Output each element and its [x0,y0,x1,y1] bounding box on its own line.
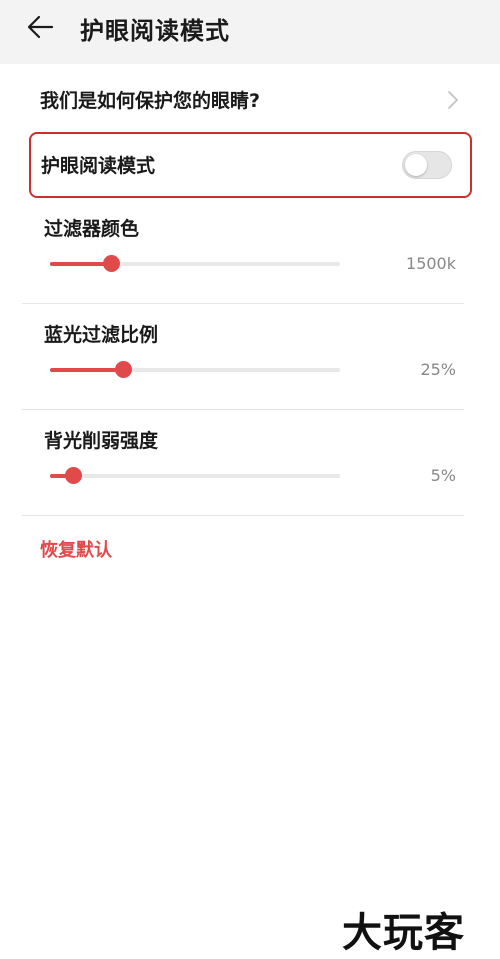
backlight-slider[interactable] [50,467,340,484]
filter-color-slider-thumb[interactable] [102,255,120,272]
switch-knob [405,154,427,176]
blue-light-value: 25% [420,360,456,379]
back-button[interactable] [22,10,62,44]
filter-color-slider-fill [50,262,111,266]
filter-color-section: 过滤器颜色 1500k [0,198,500,304]
reset-default-link[interactable]: 恢复默认 [40,536,112,562]
backlight-value: 5% [430,466,456,485]
divider [22,515,464,516]
filter-color-slider[interactable] [50,255,340,272]
blue-light-label: 蓝光过滤比例 [44,324,159,346]
eye-mode-toggle-row: 护眼阅读模式 [29,132,472,198]
eye-protection-info-label: 我们是如何保护您的眼睛? [40,90,261,112]
filter-color-label: 过滤器颜色 [44,218,140,240]
header-bar: 护眼阅读模式 [0,0,500,64]
page-title: 护眼阅读模式 [80,17,230,45]
eye-mode-toggle-label: 护眼阅读模式 [41,155,156,177]
blue-light-slider-thumb[interactable] [114,361,132,378]
watermark-text: 大玩客 [342,910,465,956]
blue-light-section: 蓝光过滤比例 25% [0,304,500,410]
blue-light-slider-fill [50,368,123,372]
arrow-left-icon [27,15,54,39]
eye-mode-switch[interactable] [402,151,452,179]
backlight-label: 背光削弱强度 [44,430,159,452]
eye-protection-info-link[interactable]: 我们是如何保护您的眼睛? [0,74,500,124]
backlight-slider-thumb[interactable] [65,467,83,484]
filter-color-value: 1500k [406,254,456,273]
backlight-section: 背光削弱强度 5% [0,410,500,516]
chevron-right-icon [448,91,458,109]
blue-light-slider[interactable] [50,361,340,378]
